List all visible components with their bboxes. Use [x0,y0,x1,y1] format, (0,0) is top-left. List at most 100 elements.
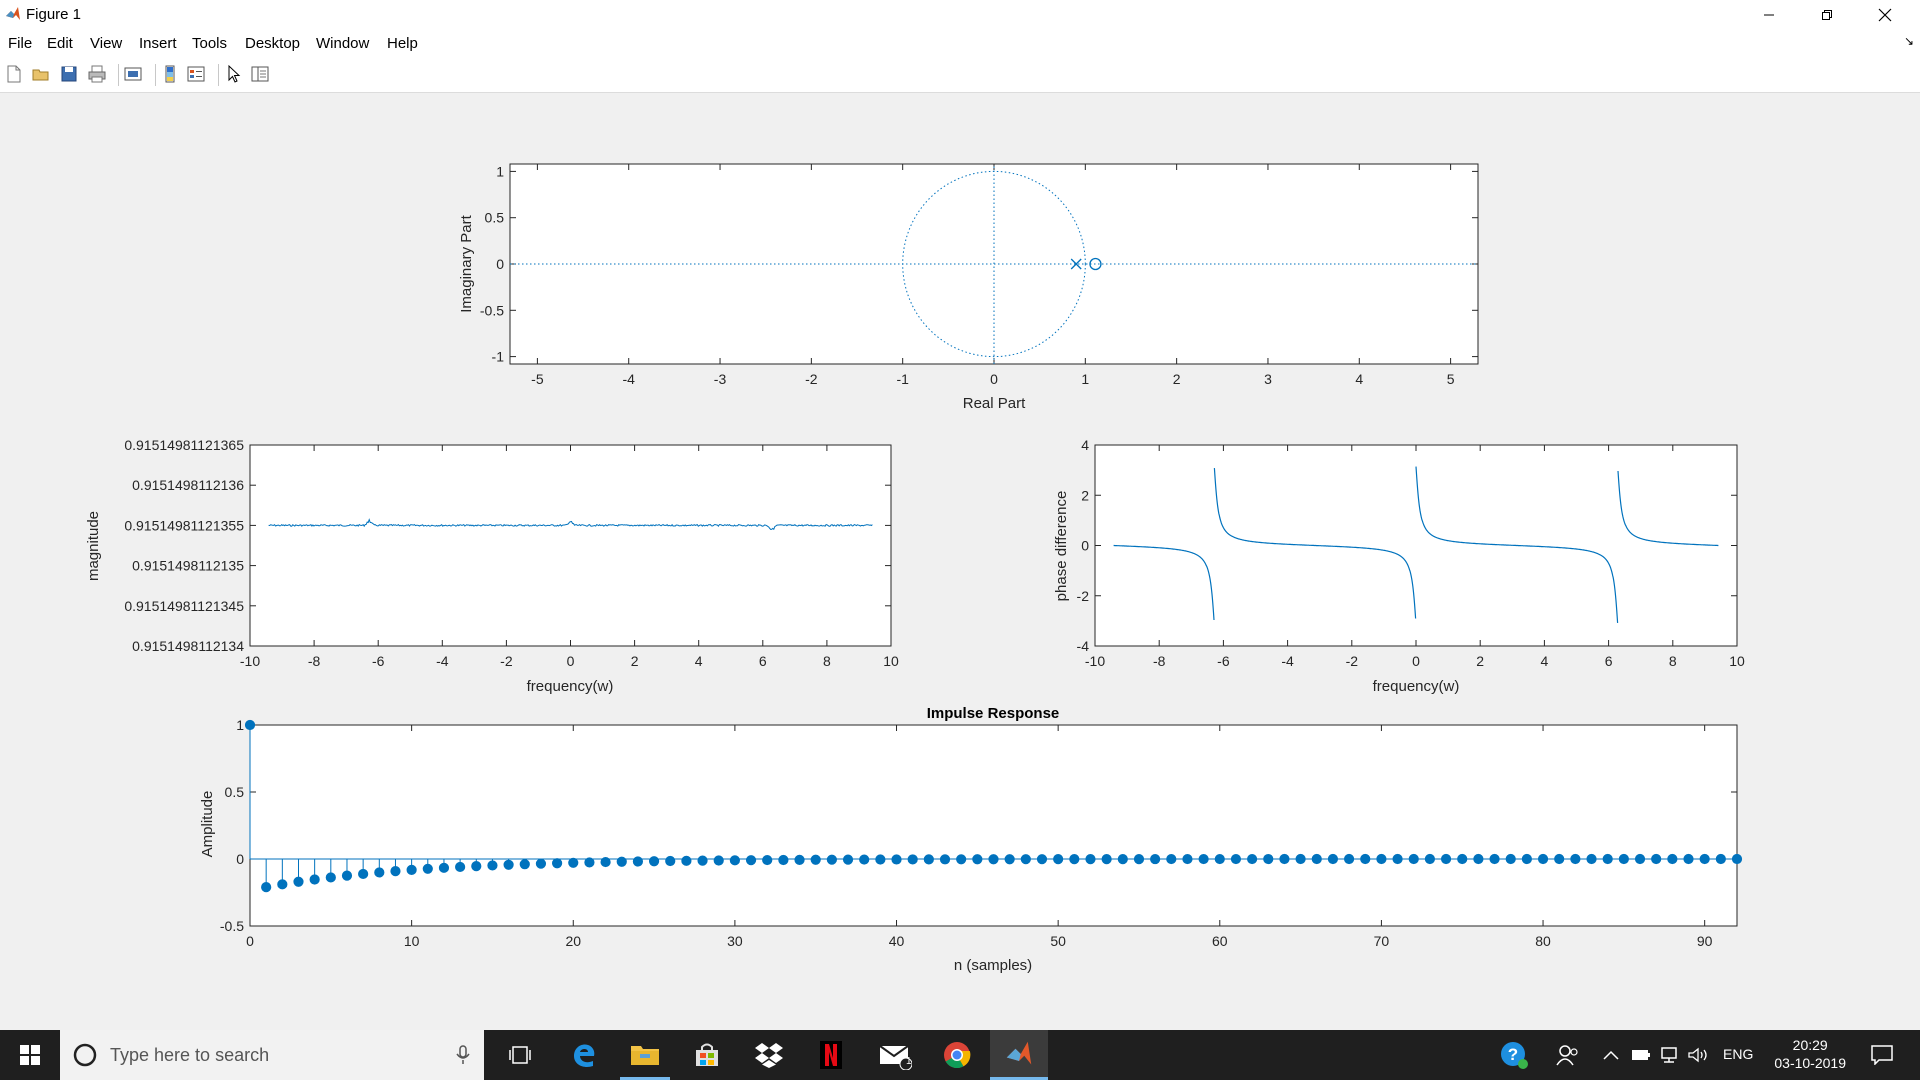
input-language[interactable]: ENG [1723,1046,1753,1062]
edge-taskbar-button[interactable] [560,1030,608,1080]
menu-edit[interactable]: Edit [47,35,73,52]
property-inspector-icon[interactable] [250,64,270,84]
menu-window[interactable]: Window [316,35,369,52]
svg-text:?: ? [1508,1045,1518,1064]
stem-marker [1376,853,1387,865]
restore-button[interactable] [1798,0,1856,30]
clock-date: 03-10-2019 [1774,1055,1846,1071]
taskbar-search-box[interactable]: Type here to search [60,1030,484,1080]
x-tick-label: 4 [1355,371,1363,387]
y-tick-label: -0.5 [220,918,244,934]
dock-arrow-icon[interactable]: ↘ [1904,34,1914,48]
pole-zero-xlabel: Real Part [963,395,1026,412]
x-tick-label: -1 [896,371,909,387]
battery-tray-button[interactable] [1628,1030,1654,1080]
menu-help[interactable]: Help [387,35,418,52]
impulse-axes[interactable]: 0 10 20 30 40 50 60 70 80 90-0.500.51 Impulse Res… [199,705,1743,974]
clock[interactable]: 20:29 03-10-2019 [1774,1036,1846,1072]
stem-marker [697,855,708,866]
y-tick-label: 0.9151498112136 [132,477,244,493]
stem-marker [1667,853,1678,865]
y-tick-label: -4 [1077,638,1090,654]
stem-marker [1247,853,1258,865]
close-icon [1878,8,1892,22]
close-button[interactable] [1856,0,1914,30]
stem-marker [341,870,353,881]
network-tray-button[interactable] [1656,1030,1682,1080]
y-tick-label: 4 [1081,437,1089,453]
phase-axes[interactable]: -10 -8 -6 -4 -2 0 2 4 6 8 10 -4 -2 0 2 4 frequency(w) p… [1053,437,1745,695]
link-plot-icon[interactable] [123,64,143,84]
dropbox-taskbar-button[interactable] [744,1030,794,1080]
magnitude-axes[interactable]: -10 -8 -6 -4 -2 0 2 4 6 8 10 0.91514981121365 0.9151… [85,437,899,695]
pole-zero-axes[interactable]: -5 -4 -3 -2 -1 0 1 2 3 4 5 -1 -0.5 0 0.5 1 Real Part Im… [458,163,1479,412]
stem-marker [600,856,611,868]
stem-marker [244,719,256,731]
insert-legend-icon[interactable] [186,64,206,84]
help-tray-button[interactable]: ? [1494,1030,1534,1080]
x-tick-label: -10 [240,653,260,669]
title-bar: Figure 1 [0,0,1920,30]
dropbox-icon [755,1043,783,1068]
mail-taskbar-button[interactable]: 1 [868,1030,922,1080]
minimize-button[interactable] [1740,0,1798,30]
x-tick-label: -8 [308,653,321,669]
stem-marker [519,859,530,870]
stem-marker [1166,853,1177,865]
menu-tools[interactable]: Tools [192,35,227,52]
action-center-button[interactable] [1862,1030,1902,1080]
people-icon [1556,1045,1578,1066]
stem-marker [1570,853,1581,865]
print-icon[interactable] [87,64,107,84]
stem-marker [406,864,417,875]
y-tick-label: 0 [1081,538,1089,554]
matlab-taskbar-button[interactable] [990,1030,1048,1080]
windows-taskbar: Type here to search 1 ? ENG 20:29 03-10-… [0,1030,1920,1080]
stem-marker [503,859,514,870]
explorer-taskbar-button[interactable] [620,1030,670,1080]
minimize-icon [1764,14,1774,16]
x-tick-label: 8 [823,653,831,669]
stem-marker [794,854,805,865]
edit-plot-icon[interactable] [224,64,244,84]
x-tick-label: -2 [500,653,513,669]
save-icon[interactable] [59,64,79,84]
menu-desktop[interactable]: Desktop [245,35,300,52]
task-view-button[interactable] [496,1030,544,1080]
menu-bar: File Edit View Insert Tools Desktop Wind… [0,30,1920,56]
stem-marker [1586,853,1597,865]
stem-marker [1214,853,1225,865]
menu-insert[interactable]: Insert [139,35,177,52]
microphone-icon[interactable] [456,1045,470,1065]
open-file-icon[interactable] [31,64,51,84]
people-tray-button[interactable] [1550,1030,1584,1080]
chrome-taskbar-button[interactable] [932,1030,982,1080]
pole-zero-ylabel: Imaginary Part [458,214,475,312]
stem-marker [568,857,579,868]
mail-badge: 1 [906,1056,912,1067]
magnitude-ylabel: magnitude [85,511,102,581]
stem-marker [762,854,773,866]
y-tick-label: 0.91514981121355 [124,517,244,533]
magnitude-xlabel: frequency(w) [527,678,614,695]
menu-file[interactable]: File [8,35,32,52]
start-button[interactable] [0,1030,60,1080]
task-view-icon [509,1046,531,1064]
x-tick-label: 0 [1412,653,1420,669]
cortana-icon [73,1043,97,1067]
stem-marker [1263,853,1274,865]
store-taskbar-button[interactable] [682,1030,732,1080]
stem-marker [1651,853,1662,865]
new-figure-icon[interactable] [4,64,24,84]
stem-marker [455,861,466,873]
x-tick-label: 3 [1264,371,1272,387]
menu-view[interactable]: View [90,35,122,52]
x-tick-label: 6 [1605,653,1613,669]
stem-marker [1505,853,1516,865]
volume-tray-button[interactable] [1684,1030,1712,1080]
x-tick-label: -4 [1281,653,1294,669]
show-hidden-icons-button[interactable] [1598,1030,1624,1080]
insert-colorbar-icon[interactable] [160,64,180,84]
netflix-taskbar-button[interactable] [806,1030,856,1080]
matlab-icon [6,7,20,20]
